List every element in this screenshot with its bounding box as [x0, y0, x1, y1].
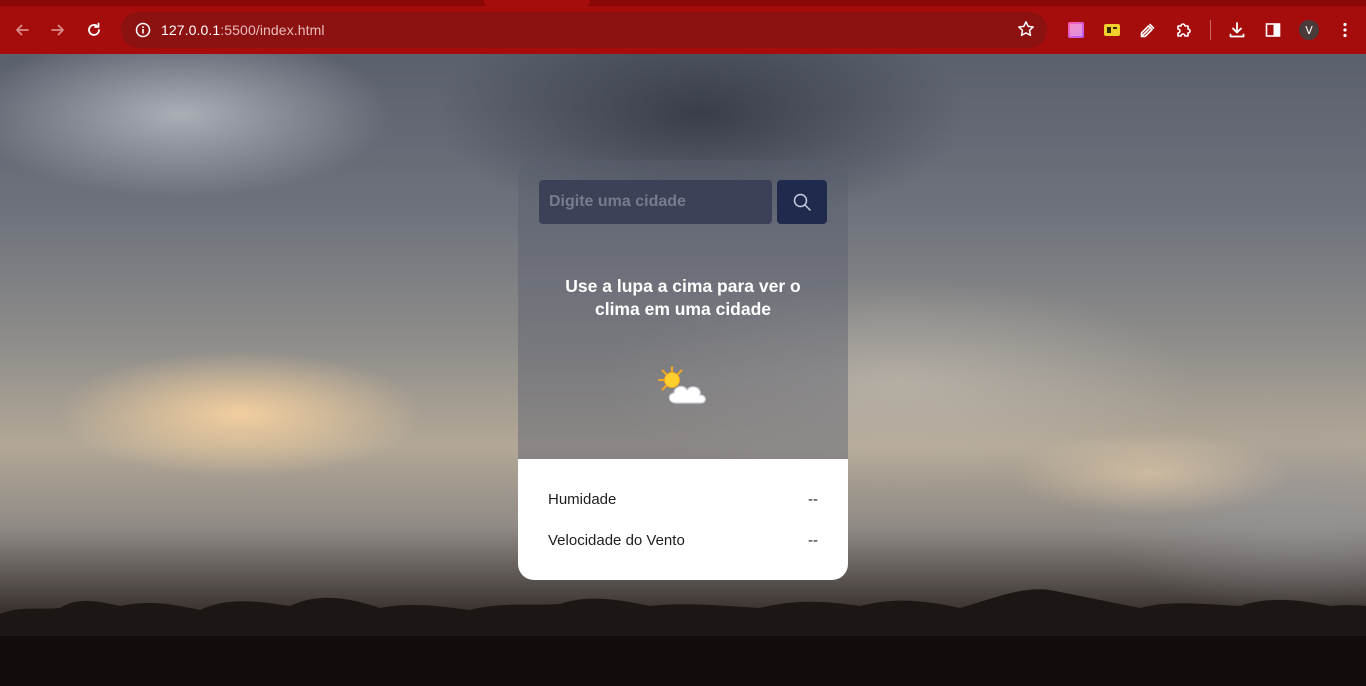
city-search-input[interactable] [539, 180, 772, 224]
back-button[interactable] [4, 12, 40, 48]
eyedropper-extension[interactable] [1130, 12, 1166, 48]
reload-button[interactable] [76, 12, 112, 48]
instruction-message: Use a lupa a cima para ver o clima em um… [565, 276, 801, 319]
star-icon [1018, 21, 1034, 37]
url-path: :5500/index.html [220, 22, 325, 38]
wind-speed-row: Velocidade do Vento -- [548, 532, 818, 549]
humidity-value: -- [808, 491, 818, 508]
download-icon [1229, 22, 1245, 38]
puzzle-icon [1177, 23, 1191, 37]
weather-details: Humidade -- Velocidade do Vento -- [518, 459, 848, 580]
reload-icon [88, 22, 100, 36]
downloads-button[interactable] [1219, 12, 1255, 48]
yellow-extension[interactable] [1094, 12, 1130, 48]
side-panel-icon [1265, 23, 1281, 37]
side-panel-button[interactable] [1255, 12, 1291, 48]
yellow-extension-icon [1104, 24, 1120, 36]
browser-toolbar: 127.0.0.1:5500/index.html V [0, 6, 1366, 54]
extensions-button[interactable] [1166, 12, 1202, 48]
url-text[interactable]: 127.0.0.1:5500/index.html [161, 22, 325, 38]
info-icon [135, 22, 151, 38]
search-button[interactable] [777, 180, 827, 224]
site-info-button[interactable] [125, 22, 161, 38]
extensions-area: V [1058, 12, 1363, 48]
address-bar[interactable]: 127.0.0.1:5500/index.html [121, 12, 1047, 48]
url-host: 127.0.0.1 [161, 22, 221, 38]
partly-cloudy-icon [658, 366, 706, 404]
forward-button[interactable] [40, 12, 76, 48]
browser-chrome: 127.0.0.1:5500/index.html V [0, 0, 1366, 54]
humidity-row: Humidade -- [548, 491, 818, 508]
wind-speed-value: -- [808, 532, 818, 549]
color-picker-extension-icon [1068, 22, 1084, 38]
search-icon [793, 193, 811, 211]
arrow-left-icon [16, 24, 29, 36]
treeline-silhouette [0, 589, 1366, 686]
bookmark-button[interactable] [1017, 20, 1035, 43]
kebab-menu-icon [1343, 22, 1347, 38]
color-picker-extension[interactable] [1058, 12, 1094, 48]
eyedropper-icon [1140, 23, 1155, 38]
wind-speed-label: Velocidade do Vento [548, 532, 685, 549]
toolbar-separator [1210, 20, 1211, 40]
humidity-label: Humidade [548, 491, 617, 508]
search-form [539, 180, 827, 224]
arrow-right-icon [51, 24, 64, 36]
profile-button[interactable]: V [1291, 12, 1327, 48]
weather-card: Use a lupa a cima para ver o clima em um… [518, 160, 848, 580]
avatar: V [1299, 20, 1319, 40]
browser-menu-button[interactable] [1327, 12, 1363, 48]
